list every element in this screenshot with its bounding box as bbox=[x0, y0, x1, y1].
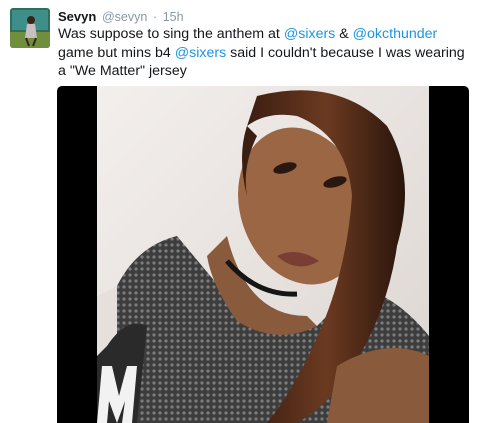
tweet-card: Sevyn @sevyn · 15h Was suppose to sing t… bbox=[0, 0, 480, 423]
tweet-media[interactable] bbox=[57, 86, 469, 423]
avatar[interactable] bbox=[10, 8, 50, 48]
tweet-text-part: game but mins b4 bbox=[58, 44, 175, 61]
tweet-text-part: & bbox=[335, 26, 353, 42]
mention-link-sixers-2[interactable]: @sixers bbox=[175, 45, 226, 61]
tweet-text: Was suppose to sing the anthem at @sixer… bbox=[58, 25, 474, 81]
display-name[interactable]: Sevyn bbox=[58, 9, 96, 24]
tweet-header: Sevyn @sevyn · 15h bbox=[58, 9, 184, 25]
mention-link-sixers[interactable]: @sixers bbox=[284, 26, 335, 42]
video-frame bbox=[97, 86, 429, 423]
separator-dot: · bbox=[152, 10, 158, 24]
user-handle[interactable]: @sevyn bbox=[102, 10, 147, 24]
selfie-image bbox=[97, 86, 429, 423]
mention-link-okcthunder[interactable]: @okcthunder bbox=[353, 26, 438, 42]
avatar-image bbox=[10, 8, 50, 48]
tweet-text-part: Was suppose to sing the anthem at bbox=[58, 26, 284, 42]
timestamp[interactable]: 15h bbox=[163, 10, 184, 24]
